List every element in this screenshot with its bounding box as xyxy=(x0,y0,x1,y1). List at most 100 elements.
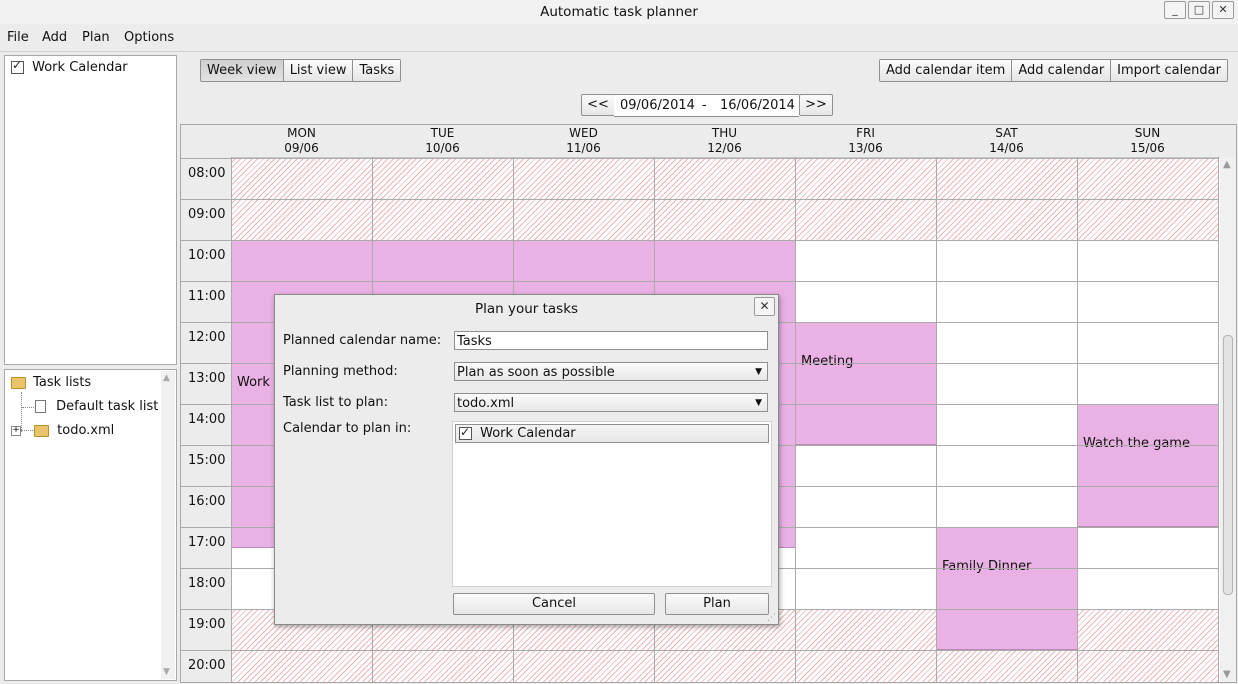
hour-label: 12:00 xyxy=(188,330,226,345)
calendar-scrollbar[interactable]: ▲ ▼ xyxy=(1220,157,1236,682)
tree-scrollbar[interactable]: ▲ ▼ xyxy=(161,371,175,679)
scroll-up-icon[interactable]: ▲ xyxy=(1223,159,1231,170)
day-header: TUE 10/06 xyxy=(372,126,513,156)
scroll-up-icon[interactable]: ▲ xyxy=(163,373,170,383)
tab-tasks[interactable]: Tasks xyxy=(353,60,401,81)
chevron-down-icon: ▼ xyxy=(755,367,762,377)
scroll-down-icon[interactable]: ▼ xyxy=(1223,669,1231,680)
tree-item-todo[interactable]: todo.xml xyxy=(34,423,114,438)
hour-gridline xyxy=(181,281,1218,282)
calendar-item-label: Work Calendar xyxy=(32,60,128,75)
range-end: 16/06/2014 xyxy=(720,98,795,113)
day-gridline xyxy=(1077,157,1078,682)
day-header: MON 09/06 xyxy=(231,126,372,156)
calendar-event[interactable]: Meeting xyxy=(795,322,937,445)
tree-connector xyxy=(21,430,33,431)
calendar-to-plan-list: Work Calendar xyxy=(452,421,772,587)
event-title: Meeting xyxy=(801,354,854,369)
checkbox-checked-icon[interactable] xyxy=(459,424,472,441)
day-name: THU xyxy=(711,126,738,140)
hour-gridline xyxy=(181,240,1218,241)
calendar-item-work[interactable]: Work Calendar xyxy=(11,58,128,75)
window-title: Automatic task planner xyxy=(540,4,698,20)
menu-plan[interactable]: Plan xyxy=(82,30,110,45)
calendar-name-input[interactable]: Tasks xyxy=(454,331,768,350)
hour-label: 20:00 xyxy=(188,658,226,673)
task-list-value: todo.xml xyxy=(457,396,515,411)
tree-item-label: todo.xml xyxy=(57,423,115,438)
day-gridline xyxy=(231,157,232,682)
day-header: WED 11/06 xyxy=(513,126,654,156)
tree-root-task-lists[interactable]: Task lists xyxy=(11,375,91,390)
expand-plus-icon[interactable]: + xyxy=(11,426,21,436)
day-name: TUE xyxy=(430,126,455,140)
calendar-list: Work Calendar xyxy=(4,55,177,365)
folder-icon xyxy=(11,376,26,389)
day-header: SUN 15/06 xyxy=(1077,126,1218,156)
non-working-hours xyxy=(231,199,1218,240)
close-icon[interactable]: ✕ xyxy=(1212,1,1234,19)
tree-item-default-task-list[interactable]: Default task list xyxy=(35,399,158,414)
next-week-button[interactable]: >> xyxy=(799,94,833,116)
task-list-tree: Task lists Default task list + todo.xml … xyxy=(4,369,177,681)
day-gridline xyxy=(936,157,937,682)
range-separator: - xyxy=(702,98,707,113)
day-date: 13/06 xyxy=(848,141,883,155)
hour-label: 10:00 xyxy=(188,248,226,263)
import-calendar-button[interactable]: Import calendar xyxy=(1111,60,1227,81)
hour-label: 13:00 xyxy=(188,371,226,386)
tab-list-view[interactable]: List view xyxy=(283,60,354,81)
hour-label: 18:00 xyxy=(188,576,226,591)
scroll-down-icon[interactable]: ▼ xyxy=(163,667,170,677)
plan-tasks-dialog: Plan your tasks ✕ Planned calendar name:… xyxy=(274,294,779,625)
day-header: SAT 14/06 xyxy=(936,126,1077,156)
range-start: 09/06/2014 xyxy=(620,98,695,113)
planning-method-select[interactable]: Plan as soon as possible ▼ xyxy=(454,362,768,381)
checkbox-checked-icon[interactable] xyxy=(11,58,24,74)
add-calendar-item-button[interactable]: Add calendar item xyxy=(880,60,1013,81)
day-header: THU 12/06 xyxy=(654,126,795,156)
menu-options[interactable]: Options xyxy=(124,30,174,45)
tab-week-view[interactable]: Week view xyxy=(201,60,284,81)
day-date: 11/06 xyxy=(566,141,601,155)
plan-button[interactable]: Plan xyxy=(665,593,769,615)
day-gridline xyxy=(1218,157,1219,682)
calendar-event[interactable]: Family Dinner xyxy=(936,527,1078,650)
task-list-select[interactable]: todo.xml ▼ xyxy=(454,393,768,412)
minimize-icon[interactable]: _ xyxy=(1164,1,1186,19)
hour-label: 16:00 xyxy=(188,494,226,509)
day-date: 10/06 xyxy=(425,141,460,155)
day-name: MON xyxy=(287,126,316,140)
calendar-option-work[interactable]: Work Calendar xyxy=(455,424,769,443)
scrollbar-thumb[interactable] xyxy=(1223,335,1233,595)
day-name: FRI xyxy=(856,126,875,140)
day-date: 09/06 xyxy=(284,141,319,155)
maximize-icon[interactable]: □ xyxy=(1188,1,1210,19)
day-date: 12/06 xyxy=(707,141,742,155)
title-bar: Automatic task planner _ □ ✕ xyxy=(0,0,1238,24)
calendar-name-label: Planned calendar name: xyxy=(283,333,442,348)
non-working-hours xyxy=(231,158,1218,199)
hour-label: 14:00 xyxy=(188,412,226,427)
folder-icon xyxy=(34,424,49,437)
document-icon xyxy=(35,400,46,413)
menu-add[interactable]: Add xyxy=(42,30,67,45)
time-column: 08:00 09:00 10:00 11:00 12:00 13:00 14:00 15:00… xyxy=(181,157,231,682)
hour-label: 19:00 xyxy=(188,617,226,632)
add-calendar-button[interactable]: Add calendar xyxy=(1012,60,1112,81)
calendar-to-plan-label: Calendar to plan in: xyxy=(283,421,412,436)
chevron-down-icon: ▼ xyxy=(755,398,762,408)
event-title: Work xyxy=(237,374,270,390)
calendar-actions: Add calendar item Add calendar Import ca… xyxy=(879,59,1228,82)
calendar-event[interactable]: Watch the game xyxy=(1077,404,1219,527)
menu-divider xyxy=(0,51,1238,52)
cancel-button[interactable]: Cancel xyxy=(453,593,655,615)
previous-week-button[interactable]: << xyxy=(581,94,615,116)
menu-file[interactable]: File xyxy=(7,30,29,45)
date-range-display: 09/06/2014 - 16/06/2014 xyxy=(614,94,799,117)
task-list-label: Task list to plan: xyxy=(283,395,389,410)
dialog-close-icon[interactable]: ✕ xyxy=(754,297,775,316)
resize-grip-icon[interactable]: ⋰ xyxy=(767,613,776,623)
day-gridline xyxy=(795,157,796,682)
day-date: 14/06 xyxy=(989,141,1024,155)
